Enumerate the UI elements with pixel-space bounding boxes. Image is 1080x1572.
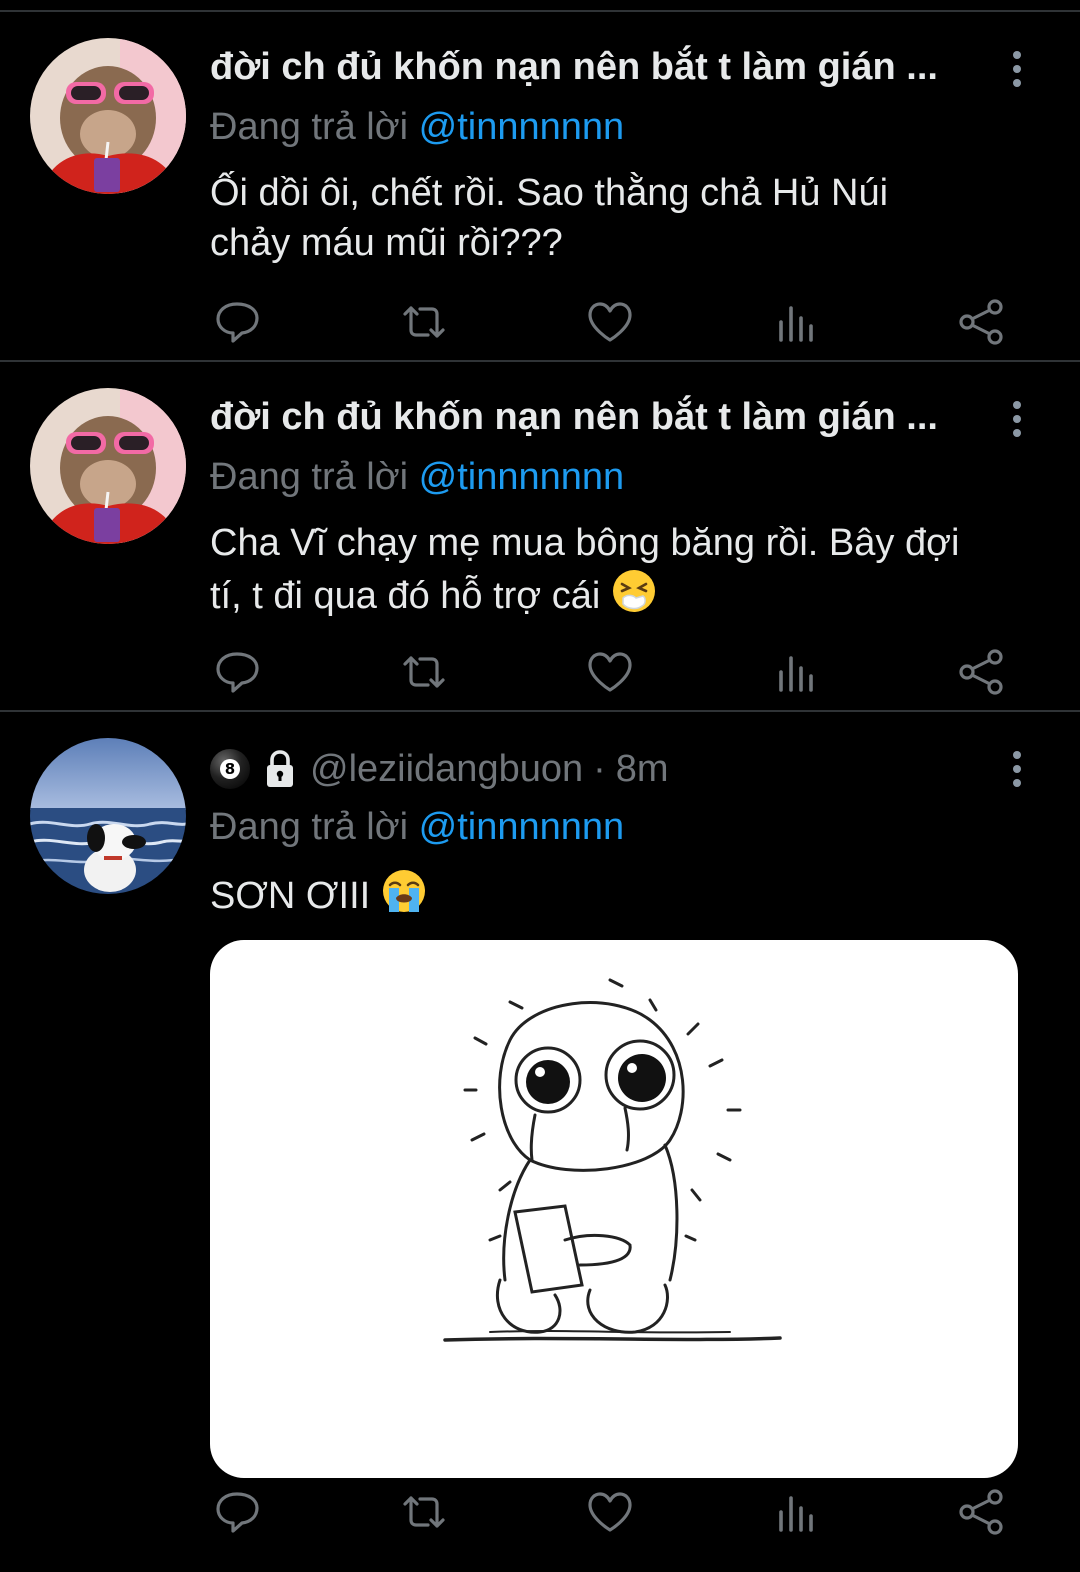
- replying-to: Đang trả lời @tinnnnnnn: [210, 454, 624, 500]
- tweet-text: SƠN ƠIII: [210, 868, 1030, 921]
- tweet[interactable]: 8 @leziidangbuon · 8m Đang trả lời @tinn…: [0, 712, 1080, 1572]
- views-button[interactable]: [768, 1488, 824, 1536]
- more-icon-dot: [1013, 779, 1021, 787]
- separator: ·: [593, 748, 606, 790]
- tweet-text-line: Ối dồi ôi, chết rồi. Sao thằng chả Hủ Nú…: [210, 172, 889, 214]
- more-icon-dot: [1013, 765, 1021, 773]
- avatar[interactable]: [30, 738, 186, 894]
- reply-icon: [216, 1492, 259, 1533]
- display-name[interactable]: đời ch đủ khốn nạn nên bắt t làm gián ..…: [210, 44, 990, 90]
- more-options-button[interactable]: [1002, 746, 1032, 792]
- mention-link[interactable]: @tinnnnnnn: [419, 456, 625, 498]
- timestamp[interactable]: 8m: [616, 746, 669, 792]
- replying-prefix: Đang trả lời: [210, 456, 409, 498]
- replying-prefix: Đang trả lời: [210, 806, 409, 848]
- tweet-text: Cha Vĩ chạy mẹ mua bông băng rồi. Bây đợ…: [210, 518, 1030, 621]
- tweet[interactable]: đời ch đủ khốn nạn nên bắt t làm gián ..…: [0, 12, 1080, 362]
- share-button[interactable]: [954, 298, 1010, 346]
- like-button[interactable]: [582, 648, 638, 696]
- share-icon: [959, 299, 1003, 345]
- mention-link[interactable]: @tinnnnnnn: [419, 806, 625, 848]
- badge-number: 8: [220, 759, 240, 779]
- tweet-text: Ối dồi ôi, chết rồi. Sao thằng chả Hủ Nú…: [210, 168, 1030, 268]
- action-bar: [210, 1488, 1010, 1536]
- tweet-text-line: chảy máu mũi rồi???: [210, 222, 563, 264]
- handle[interactable]: @leziidangbuon: [310, 746, 583, 792]
- more-options-button[interactable]: [1002, 46, 1032, 92]
- tweet-text-line: SƠN ƠIII: [210, 875, 371, 917]
- billiard-ball-icon: 8: [210, 749, 250, 789]
- views-button[interactable]: [768, 648, 824, 696]
- replying-to: Đang trả lời @tinnnnnnn: [210, 804, 624, 850]
- more-icon-dot: [1013, 65, 1021, 73]
- tweet-text-line: tí, t đi qua đó hỗ trợ cái: [210, 575, 601, 617]
- tweet-text-line: Cha Vĩ chạy mẹ mua bông băng rồi. Bây đợ…: [210, 522, 960, 564]
- reply-button[interactable]: [210, 1488, 266, 1536]
- more-icon: [1013, 401, 1021, 409]
- retweet-button[interactable]: [396, 648, 452, 696]
- like-icon: [588, 302, 632, 342]
- retweet-icon: [403, 1496, 445, 1528]
- like-button[interactable]: [582, 1488, 638, 1536]
- views-button[interactable]: [768, 298, 824, 346]
- like-button[interactable]: [582, 298, 638, 346]
- display-name[interactable]: đời ch đủ khốn nạn nên bắt t làm gián ..…: [210, 394, 990, 440]
- views-icon: [779, 306, 813, 342]
- reply-button[interactable]: [210, 648, 266, 696]
- reply-icon: [216, 302, 259, 343]
- tweet-text-line-with-emoji: tí, t đi qua đó hỗ trợ cái: [210, 568, 1030, 621]
- retweet-button[interactable]: [396, 1488, 452, 1536]
- views-icon: [779, 656, 813, 692]
- share-button[interactable]: [954, 1488, 1010, 1536]
- reply-icon: [216, 652, 259, 693]
- media-image[interactable]: [210, 940, 1018, 1478]
- more-options-button[interactable]: [1002, 396, 1032, 442]
- avatar[interactable]: [30, 38, 186, 194]
- loudly-crying-face-icon: [382, 870, 425, 912]
- mention-link[interactable]: @tinnnnnnn: [419, 106, 625, 148]
- more-icon-dot: [1013, 415, 1021, 423]
- action-bar: [210, 298, 1010, 346]
- retweet-button[interactable]: [396, 298, 452, 346]
- more-icon-dot: [1013, 79, 1021, 87]
- like-icon: [588, 652, 632, 692]
- share-button[interactable]: [954, 648, 1010, 696]
- retweet-icon: [403, 306, 445, 338]
- reply-button[interactable]: [210, 298, 266, 346]
- share-icon: [959, 649, 1003, 695]
- crying-cartoon-illustration: [443, 978, 782, 1342]
- sneezing-face-icon: [612, 570, 655, 612]
- more-icon-dot: [1013, 429, 1021, 437]
- tweet[interactable]: đời ch đủ khốn nạn nên bắt t làm gián ..…: [0, 362, 1080, 712]
- replying-prefix: Đang trả lời: [210, 106, 409, 148]
- share-icon: [959, 1489, 1003, 1535]
- avatar[interactable]: [30, 388, 186, 544]
- like-icon: [588, 1492, 632, 1532]
- action-bar: [210, 648, 1010, 696]
- views-icon: [779, 1496, 813, 1532]
- top-divider: [0, 0, 1080, 12]
- more-icon: [1013, 51, 1021, 59]
- lock-icon: [260, 749, 300, 789]
- retweet-icon: [403, 656, 445, 688]
- more-icon: [1013, 751, 1021, 759]
- tweet-meta: 8 @leziidangbuon · 8m: [210, 746, 669, 792]
- replying-to: Đang trả lời @tinnnnnnn: [210, 104, 624, 150]
